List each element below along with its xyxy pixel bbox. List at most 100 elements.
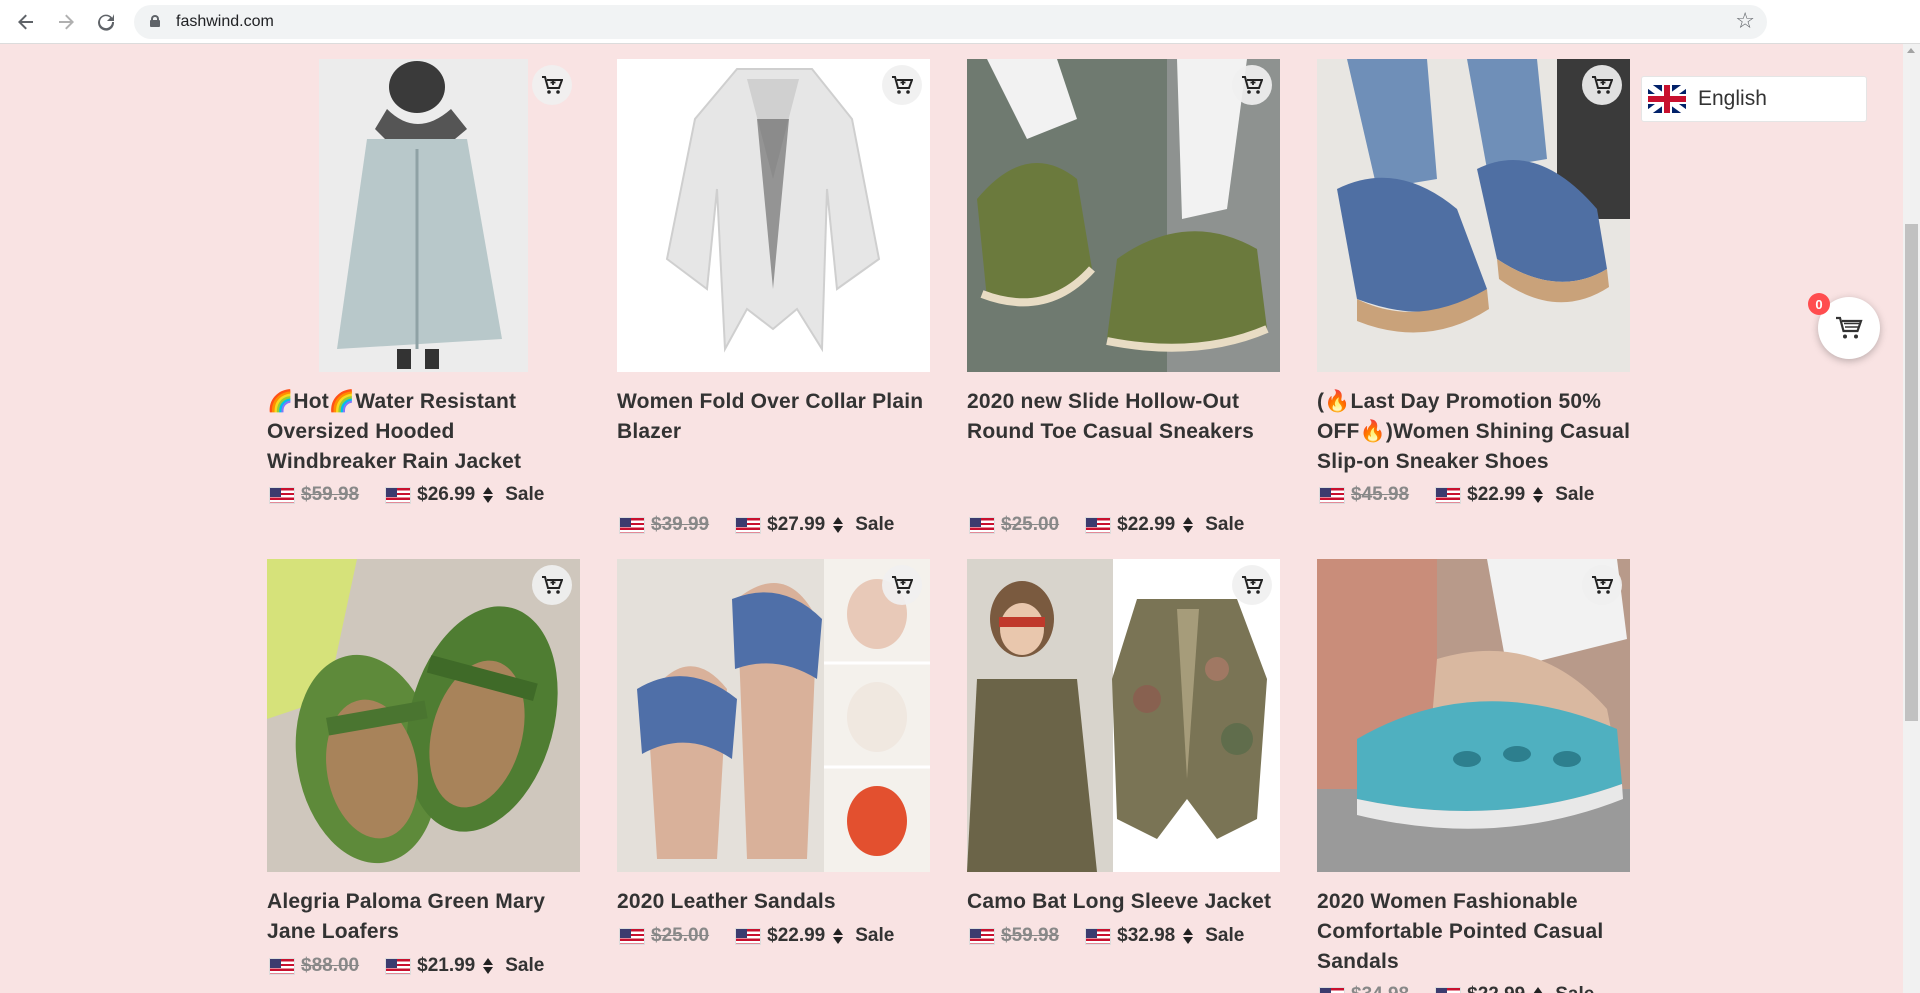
product-title[interactable]: 2020 Women Fashionable Comfortable Point…	[1317, 887, 1637, 977]
currency-selector-icon[interactable]	[483, 958, 494, 974]
cart-count-badge: 0	[1808, 293, 1830, 315]
sale-label: Sale	[1555, 484, 1595, 505]
add-to-cart-icon[interactable]	[1582, 65, 1622, 105]
sale-label: Sale	[505, 484, 545, 505]
original-price: $34.98	[1351, 984, 1409, 993]
currency-selector-icon[interactable]	[833, 517, 844, 533]
product-title[interactable]: Women Fold Over Collar Plain Blazer	[617, 387, 937, 447]
sale-price: 22.99	[1477, 484, 1526, 505]
product-title[interactable]: Alegria Paloma Green Mary Jane Loafers	[267, 887, 587, 947]
sale-price: 22.99	[1127, 514, 1176, 535]
currency-symbol: $	[417, 484, 428, 505]
currency-selector-icon[interactable]	[1183, 517, 1194, 533]
lock-icon	[150, 15, 160, 27]
us-flag-icon	[269, 486, 295, 504]
original-price: $25.00	[1001, 514, 1060, 535]
currency-selector-icon[interactable]	[833, 928, 844, 944]
language-selector[interactable]: English	[1641, 76, 1867, 122]
product-title[interactable]: Camo Bat Long Sleeve Jacket	[967, 887, 1287, 917]
sale-label: Sale	[1555, 984, 1594, 993]
us-flag-icon	[1319, 486, 1345, 504]
sale-price: 27.99	[777, 514, 826, 535]
arrow-left-icon[interactable]	[12, 8, 40, 36]
price-row: $34.98 $ 22.99 Sale	[1319, 982, 1594, 993]
star-icon[interactable]: ☆	[1735, 8, 1755, 34]
original-price: $25.00	[651, 925, 710, 946]
reload-icon[interactable]	[92, 8, 120, 36]
price-row: $25.00 $ 22.99 Sale	[969, 512, 1244, 538]
scrollbar-thumb[interactable]	[1905, 224, 1918, 721]
sale-price: 21.99	[427, 955, 476, 976]
product-image[interactable]	[1317, 59, 1630, 372]
original-price: $39.99	[651, 514, 710, 535]
product-image[interactable]	[967, 59, 1280, 372]
currency-selector-icon[interactable]	[483, 487, 494, 503]
arrow-right-icon[interactable]	[52, 8, 80, 36]
original-price: $45.98	[1351, 484, 1410, 505]
us-flag-icon	[269, 957, 295, 975]
currency-selector-icon[interactable]	[1533, 487, 1544, 503]
us-flag-icon	[385, 486, 412, 504]
us-flag-icon	[1319, 986, 1345, 993]
add-to-cart-icon[interactable]	[532, 565, 572, 605]
product-image[interactable]	[267, 559, 580, 872]
currency-symbol: $	[767, 925, 778, 946]
sale-price: 26.99	[427, 484, 476, 505]
us-flag-icon	[969, 516, 995, 534]
add-to-cart-icon[interactable]	[882, 565, 922, 605]
product-image[interactable]	[617, 59, 930, 372]
add-to-cart-icon[interactable]	[1582, 565, 1622, 605]
add-to-cart-icon[interactable]	[1232, 565, 1272, 605]
currency-selector-icon[interactable]	[1533, 987, 1544, 993]
price-row: $59.98 $ 32.98 Sale	[969, 923, 1244, 949]
product-image[interactable]	[1317, 559, 1630, 872]
price-row: $39.99 $ 27.99 Sale	[619, 512, 894, 538]
original-price: $59.98	[1001, 925, 1060, 946]
us-flag-icon	[619, 927, 645, 945]
us-flag-icon	[735, 927, 762, 945]
cart-icon	[1836, 316, 1863, 339]
product-title[interactable]: (🔥Last Day Promotion 50% OFF🔥)Women Shin…	[1317, 387, 1637, 477]
original-price: $59.98	[301, 484, 360, 505]
product-image[interactable]	[617, 559, 930, 872]
address-bar[interactable]: fashwind.com ☆	[134, 5, 1767, 39]
add-to-cart-icon[interactable]	[882, 65, 922, 105]
price-row: $25.00 $ 22.99 Sale	[619, 923, 894, 949]
url-text[interactable]: fashwind.com	[176, 13, 274, 31]
currency-symbol: $	[417, 955, 428, 976]
sale-label: Sale	[1205, 925, 1245, 946]
currency-symbol: $	[1117, 925, 1128, 946]
sale-label: Sale	[1205, 514, 1245, 535]
sale-label: Sale	[855, 925, 895, 946]
product-title[interactable]: 2020 Leather Sandals	[617, 887, 937, 917]
us-flag-icon	[385, 957, 412, 975]
us-flag-icon	[1085, 927, 1112, 945]
product-image[interactable]	[267, 59, 580, 372]
currency-symbol: $	[1117, 514, 1128, 535]
currency-symbol: $	[767, 514, 778, 535]
currency-symbol: $	[1467, 984, 1478, 993]
sale-price: 22.99	[1478, 984, 1526, 993]
product-title[interactable]: 2020 new Slide Hollow-Out Round Toe Casu…	[967, 387, 1287, 447]
sale-price: 22.99	[777, 925, 826, 946]
product-title[interactable]: 🌈Hot🌈Water Resistant Oversized Hooded Wi…	[267, 387, 587, 477]
sale-label: Sale	[505, 955, 545, 976]
price-row: $88.00 $ 21.99 Sale	[269, 953, 544, 979]
currency-symbol: $	[1467, 484, 1478, 505]
price-row: $59.98 $ 26.99 Sale	[269, 482, 544, 508]
uk-flag-icon	[1648, 85, 1686, 113]
scroll-up-arrow-icon[interactable]	[1907, 48, 1915, 53]
add-to-cart-icon[interactable]	[1232, 65, 1272, 105]
add-to-cart-icon[interactable]	[532, 65, 572, 105]
product-image[interactable]	[967, 559, 1280, 872]
price-row: $45.98 $ 22.99 Sale	[1319, 482, 1594, 508]
us-flag-icon	[1435, 986, 1462, 993]
page-scrollbar[interactable]	[1903, 44, 1920, 993]
us-flag-icon	[1085, 516, 1112, 534]
us-flag-icon	[969, 927, 995, 945]
us-flag-icon	[619, 516, 645, 534]
us-flag-icon	[1435, 486, 1462, 504]
browser-toolbar: fashwind.com ☆	[0, 0, 1920, 44]
original-price: $88.00	[301, 955, 360, 976]
currency-selector-icon[interactable]	[1183, 928, 1194, 944]
